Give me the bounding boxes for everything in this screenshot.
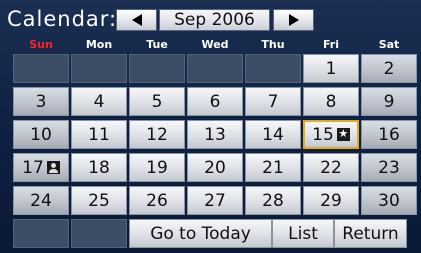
day-number: 14 bbox=[262, 124, 284, 145]
day-cell-8[interactable]: 8 bbox=[303, 87, 359, 116]
weekday-mon: Mon bbox=[85, 38, 113, 51]
day-cell-14[interactable]: 14 bbox=[245, 120, 301, 149]
day-cell-26[interactable]: 26 bbox=[129, 186, 185, 215]
day-cell-17[interactable]: 17 bbox=[13, 153, 69, 182]
empty-cell bbox=[187, 54, 243, 83]
day-number: 24 bbox=[30, 190, 52, 211]
day-cell-12[interactable]: 12 bbox=[129, 120, 185, 149]
month-label: Sep 2006 bbox=[159, 9, 270, 31]
day-number: 2 bbox=[383, 58, 395, 79]
day-cell-30[interactable]: 30 bbox=[361, 186, 417, 215]
day-cell-15[interactable]: 15 ★ bbox=[303, 120, 359, 149]
day-number: 25 bbox=[88, 190, 110, 211]
day-cell-28[interactable]: 28 bbox=[245, 186, 301, 215]
list-button[interactable]: List bbox=[272, 219, 334, 248]
day-number: 9 bbox=[383, 91, 395, 112]
next-month-button[interactable] bbox=[273, 9, 314, 31]
day-number: 8 bbox=[325, 91, 337, 112]
weekday-tue: Tue bbox=[146, 38, 168, 51]
empty-cell bbox=[245, 54, 301, 83]
day-cell-10[interactable]: 10 bbox=[13, 120, 69, 149]
day-cell-16[interactable]: 16 bbox=[361, 120, 417, 149]
day-number: 7 bbox=[267, 91, 279, 112]
star-icon: ★ bbox=[336, 127, 350, 141]
day-number: 23 bbox=[378, 157, 400, 178]
day-cell-21[interactable]: 21 bbox=[245, 153, 301, 182]
weekday-fri: Fri bbox=[322, 38, 339, 51]
day-number: 21 bbox=[262, 157, 284, 178]
weekday-sat: Sat bbox=[378, 38, 400, 51]
return-button[interactable]: Return bbox=[334, 219, 407, 248]
day-number: 11 bbox=[88, 124, 110, 145]
day-cell-9[interactable]: 9 bbox=[361, 87, 417, 116]
calendar-screen: Calendar: Sep 2006 Sun Mon Tue Wed Thu Fri Sat… bbox=[0, 0, 421, 253]
empty-cell bbox=[129, 54, 185, 83]
day-cell-29[interactable]: 29 bbox=[303, 186, 359, 215]
day-number: 6 bbox=[209, 91, 221, 112]
day-number: 17 bbox=[22, 157, 44, 178]
day-number: 3 bbox=[35, 91, 47, 112]
left-triangle-icon bbox=[131, 14, 142, 26]
right-triangle-icon bbox=[288, 14, 299, 26]
day-number: 19 bbox=[146, 157, 168, 178]
day-cell-6[interactable]: 6 bbox=[187, 87, 243, 116]
day-number: 20 bbox=[204, 157, 226, 178]
day-number: 4 bbox=[93, 91, 105, 112]
day-cell-18[interactable]: 18 bbox=[71, 153, 127, 182]
day-number: 10 bbox=[30, 124, 52, 145]
day-cell-25[interactable]: 25 bbox=[71, 186, 127, 215]
day-number: 16 bbox=[378, 124, 400, 145]
day-cell-24[interactable]: 24 bbox=[13, 186, 69, 215]
empty-cell bbox=[13, 54, 69, 83]
person-icon bbox=[46, 161, 60, 174]
day-number: 28 bbox=[262, 190, 284, 211]
day-cell-11[interactable]: 11 bbox=[71, 120, 127, 149]
weekday-sun: Sun bbox=[29, 38, 53, 51]
day-cell-23[interactable]: 23 bbox=[361, 153, 417, 182]
day-number: 22 bbox=[320, 157, 342, 178]
empty-cell bbox=[71, 54, 127, 83]
day-number: 30 bbox=[378, 190, 400, 211]
day-cell-2[interactable]: 2 bbox=[361, 54, 417, 83]
prev-month-button[interactable] bbox=[116, 9, 157, 31]
day-cell-19[interactable]: 19 bbox=[129, 153, 185, 182]
day-cell-20[interactable]: 20 bbox=[187, 153, 243, 182]
day-cell-7[interactable]: 7 bbox=[245, 87, 301, 116]
day-number: 18 bbox=[88, 157, 110, 178]
day-number: 29 bbox=[320, 190, 342, 211]
day-number: 13 bbox=[204, 124, 226, 145]
day-cell-27[interactable]: 27 bbox=[187, 186, 243, 215]
day-number: 15 bbox=[312, 124, 334, 145]
day-number: 5 bbox=[151, 91, 163, 112]
empty-cell bbox=[13, 219, 69, 248]
day-number: 12 bbox=[146, 124, 168, 145]
go-to-today-button[interactable]: Go to Today bbox=[129, 219, 272, 248]
day-cell-22[interactable]: 22 bbox=[303, 153, 359, 182]
day-cell-3[interactable]: 3 bbox=[13, 87, 69, 116]
day-cell-4[interactable]: 4 bbox=[71, 87, 127, 116]
day-cell-5[interactable]: 5 bbox=[129, 87, 185, 116]
day-cell-1[interactable]: 1 bbox=[303, 54, 359, 83]
day-number: 27 bbox=[204, 190, 226, 211]
weekday-wed: Wed bbox=[201, 38, 229, 51]
day-number: 26 bbox=[146, 190, 168, 211]
day-number: 1 bbox=[325, 58, 337, 79]
empty-cell bbox=[71, 219, 127, 248]
day-cell-13[interactable]: 13 bbox=[187, 120, 243, 149]
weekday-thu: Thu bbox=[261, 38, 285, 51]
page-title: Calendar: bbox=[7, 7, 118, 31]
